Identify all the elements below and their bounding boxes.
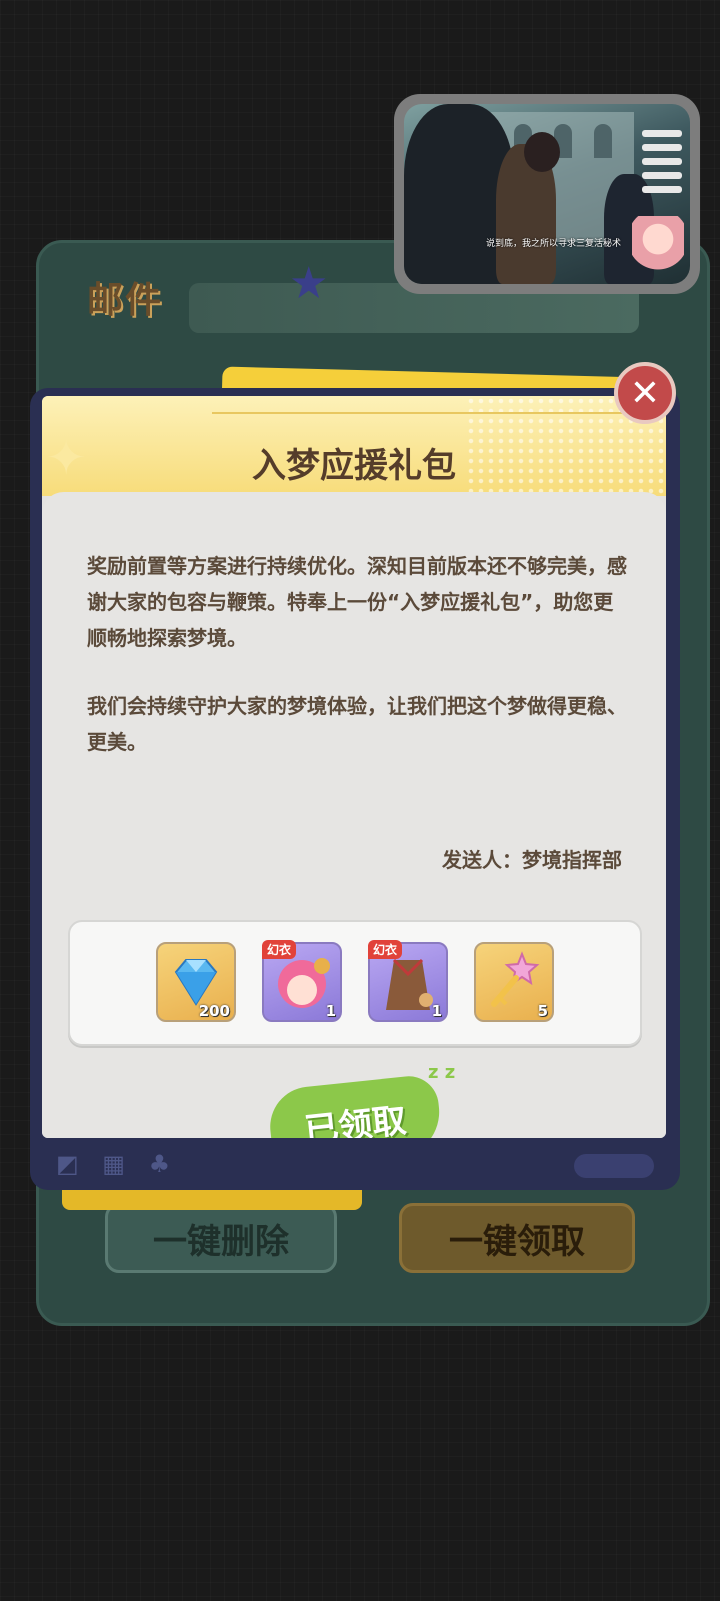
reward-item[interactable]: 5 [474, 942, 554, 1022]
header-divider [212, 412, 642, 414]
sleep-z-icon: z z [428, 1062, 456, 1083]
message-paragraph-2: 我们会持续守护大家的梦境体验，让我们把这个梦做得更稳、更美。 [87, 694, 627, 754]
modal-body: 奖励前置等方案进行持续优化。深知目前版本还不够完美，感谢大家的包容与鞭策。特奉上… [42, 492, 666, 1138]
modal-header: ✦ 入梦应援礼包 [42, 396, 666, 496]
modal-title: 入梦应援礼包 [252, 446, 456, 486]
reward-count: 1 [431, 1002, 442, 1020]
video-subtitle: 说到底，我之所以寻求三复活秘术 [486, 239, 622, 249]
video-chat-line [642, 144, 682, 151]
mail-detail-modal: ✦ 入梦应援礼包 奖励前置等方案进行持续优化。深知目前版本还不够完美，感谢大家的… [30, 388, 680, 1190]
video-frame: 说到底，我之所以寻求三复活秘术 [404, 104, 690, 284]
outfit-badge: 幻衣 [368, 940, 403, 959]
reward-count: 1 [325, 1002, 336, 1020]
outfit-badge: 幻衣 [262, 940, 297, 959]
close-button[interactable]: ✕ [614, 362, 676, 424]
video-chat-line [642, 158, 682, 165]
modal-paper: ✦ 入梦应援礼包 奖励前置等方案进行持续优化。深知目前版本还不够完美，感谢大家的… [42, 396, 666, 1138]
video-window [594, 124, 612, 158]
video-chat-line [642, 130, 682, 137]
footer-icons: ◩ ▦ ♣ [56, 1150, 179, 1178]
message-paragraph-1: 奖励前置等方案进行持续优化。深知目前版本还不够完美，感谢大家的包容与鞭策。特奉上… [87, 554, 627, 650]
star-icon: ★ [289, 258, 329, 309]
sender-label: 发送人：梦境指挥部 [442, 848, 622, 872]
video-overlay[interactable]: 说到底，我之所以寻求三复活秘术 [394, 94, 700, 294]
yellow-tab-bottom [62, 1190, 362, 1210]
mail-title: 邮件 [87, 280, 164, 321]
claim-all-button[interactable]: 一键领取 [399, 1203, 635, 1273]
video-chat-line [642, 172, 682, 179]
close-icon: ✕ [629, 372, 661, 414]
reward-list: 200 幻衣 1 幻衣 1 5 [68, 920, 642, 1046]
reward-item[interactable]: 200 [156, 942, 236, 1022]
reward-item[interactable]: 幻衣 1 [262, 940, 342, 1022]
video-chat-line [642, 186, 682, 193]
reward-count: 5 [537, 1002, 548, 1020]
footer-toggle [574, 1154, 654, 1178]
reward-count: 200 [198, 1002, 230, 1020]
video-character-head [524, 132, 560, 172]
claimed-stamp: 已领取 [266, 1073, 444, 1138]
delete-all-button[interactable]: 一键删除 [105, 1203, 337, 1273]
streamer-avatar [632, 216, 684, 282]
reward-item[interactable]: 幻衣 1 [368, 940, 448, 1022]
